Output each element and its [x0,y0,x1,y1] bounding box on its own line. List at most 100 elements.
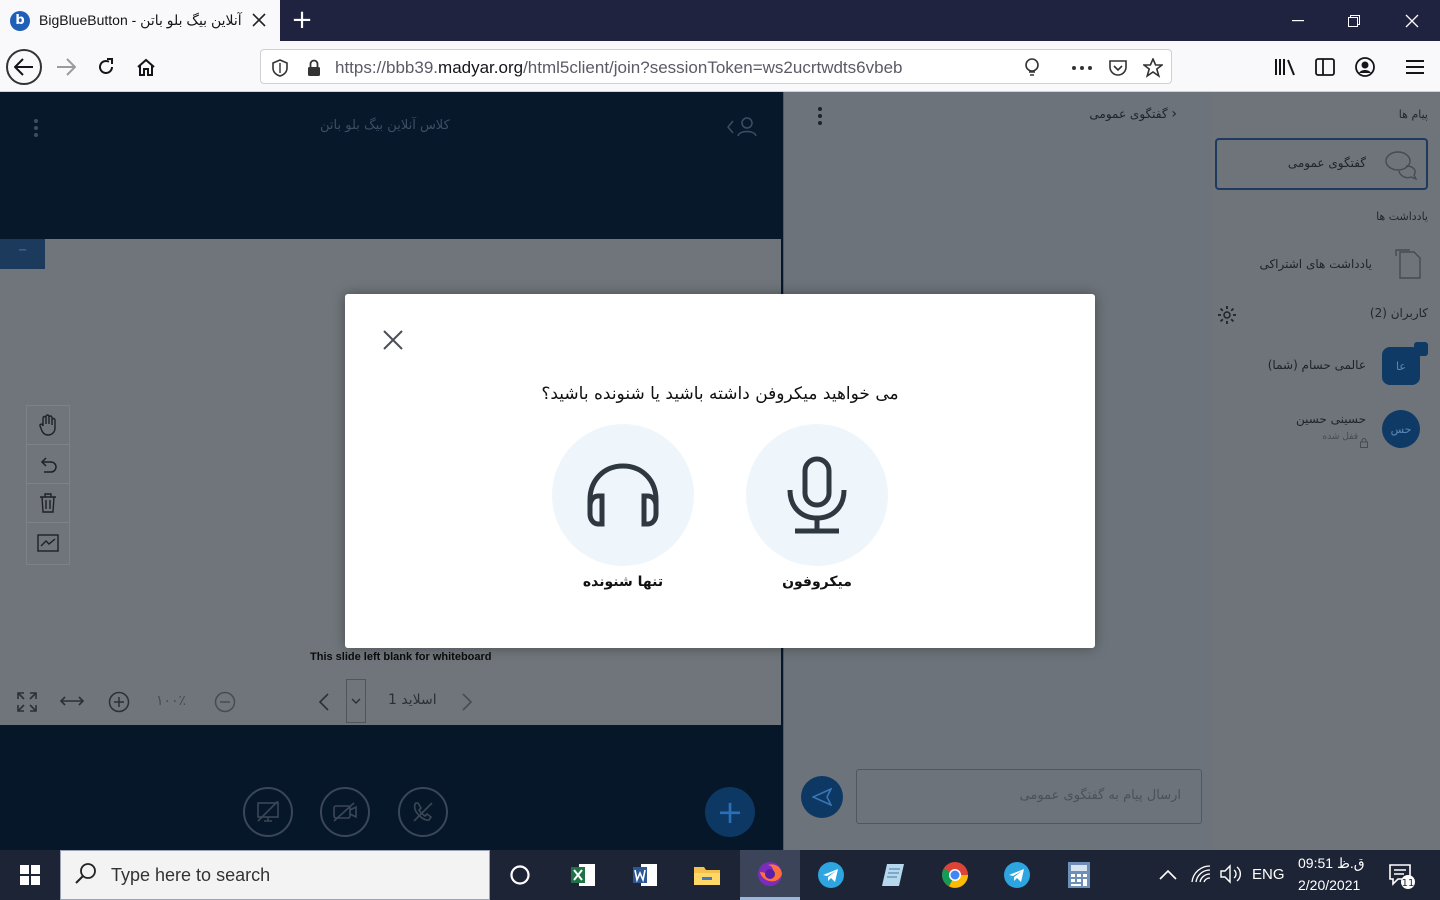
excel-icon[interactable] [553,850,613,900]
window-minimize-button[interactable] [1270,0,1326,41]
listen-only-label: تنها شنونده [582,574,664,590]
telegram-icon[interactable] [801,850,861,900]
shared-notes-item[interactable]: یادداشت های اشتراکی [1212,242,1440,286]
hamburger-menu-icon[interactable] [1397,49,1433,85]
forward-button[interactable] [48,49,84,85]
zoom-in-icon[interactable] [108,691,130,717]
chevron-up-icon[interactable] [1159,866,1177,885]
zoom-out-icon[interactable] [214,691,236,717]
user-item[interactable]: عا عالمی حسام (شما) [1212,342,1440,392]
telegram-icon[interactable] [987,850,1047,900]
sidebar-toggle-icon[interactable] [1307,49,1343,85]
presentation-toolbar: ۱۰۰٪ اسلاید 1 [0,679,781,725]
next-slide-icon[interactable] [461,692,473,716]
action-bar: + [0,725,783,850]
library-icon[interactable] [1267,49,1303,85]
send-message-button[interactable] [801,776,843,818]
user-list-panel: پیام ها گفتگوی عمومی یادداشت ها یادداشت … [1212,92,1440,850]
cortana-icon[interactable] [490,850,550,900]
actions-plus-button[interactable]: + [705,787,755,837]
notes-document-icon [1394,248,1422,284]
fullscreen-icon[interactable] [16,691,38,717]
share-webcam-button[interactable] [320,787,370,837]
new-tab-button[interactable]: + [288,6,316,34]
browser-tabstrip: b BigBlueButton - کلاس آنلاین بیگ بلو با… [0,0,1440,41]
lock-icon[interactable] [303,57,325,79]
account-icon[interactable] [1347,49,1383,85]
tab-title: BigBlueButton - کلاس آنلاین بیگ بلو باتن [39,12,244,28]
chat-options-icon[interactable] [810,106,830,130]
headphones-icon [552,424,694,566]
audio-modal: می خواهید میکروفن داشته باشید یا شنونده … [345,294,1095,648]
shield-icon[interactable] [269,57,291,79]
notes-app-icon[interactable] [863,850,923,900]
users-section-title: کاربران (2) [1369,306,1428,320]
share-screen-button[interactable] [243,787,293,837]
messages-section-title: پیام ها [1398,108,1428,121]
bigbluebutton-favicon-icon: b [10,10,30,31]
lightbulb-icon[interactable] [1021,57,1043,79]
windows-start-button[interactable] [0,850,60,900]
user-settings-gear-icon[interactable] [1217,305,1237,329]
listen-only-button[interactable]: تنها شنونده [552,424,694,599]
pocket-icon[interactable] [1107,57,1129,79]
user-name: حسینی حسین [1295,412,1366,426]
user-name: عالمی حسام (شما) [1267,358,1366,372]
search-icon [75,862,97,888]
public-chat-label: گفتگوی عمومی [1287,156,1366,170]
minimize-presentation-button[interactable]: – [0,239,45,269]
chat-input-placeholder: ارسال پیام به گفتگوی عمومی [1019,788,1181,803]
toggle-userlist-icon[interactable] [726,116,758,142]
microphone-button[interactable]: میکروفون [746,424,888,599]
whiteboard-toolbar [26,405,70,565]
browser-navbar: https://bbb39.madyar.org/html5client/joi… [0,41,1440,92]
clock-date[interactable]: 2/20/2021 [1298,877,1360,893]
url-bar[interactable]: https://bbb39.madyar.org/html5client/joi… [260,49,1172,84]
windows-taskbar: Type here to search ENG 09:51 ق.ظ 2/20/2… [0,850,1440,900]
previous-slide-icon[interactable] [318,692,330,716]
avatar: حس [1382,410,1420,448]
fit-width-icon[interactable] [59,693,85,713]
tab-close-icon[interactable] [248,9,270,31]
word-icon[interactable] [615,850,675,900]
window-close-button[interactable] [1384,0,1440,41]
chevron-right-icon: › [1171,106,1177,122]
chat-title[interactable]: گفتگوی عمومی › [1089,106,1177,122]
language-indicator[interactable]: ENG [1252,866,1285,883]
window-restore-button[interactable] [1326,0,1382,41]
clock-time[interactable]: 09:51 ق.ظ [1298,855,1365,872]
options-menu-icon[interactable] [26,118,46,142]
volume-icon[interactable] [1219,864,1243,888]
bookmark-star-icon[interactable] [1142,57,1164,79]
hand-tool-icon[interactable] [27,406,69,445]
taskbar-search-box[interactable]: Type here to search [60,850,490,900]
reload-button[interactable] [88,49,124,85]
close-icon[interactable] [381,328,405,352]
slide-label[interactable]: اسلاید 1 [388,692,437,708]
user-status: قفل شده [1322,432,1358,442]
wifi-icon[interactable] [1190,864,1212,888]
public-chat-item[interactable]: گفتگوی عمومی [1215,138,1428,190]
user-item[interactable]: حس حسینی حسین قفل شده [1212,406,1440,456]
lock-icon [1360,433,1368,452]
calculator-icon[interactable] [1049,850,1109,900]
nav-header: کلاس آنلاین بیگ بلو باتن [0,92,783,239]
chat-message-input[interactable]: ارسال پیام به گفتگوی عمومی [856,769,1202,824]
firefox-icon[interactable] [740,850,800,900]
undo-icon[interactable] [27,445,69,484]
multi-user-whiteboard-icon[interactable] [27,523,69,562]
back-button[interactable] [6,49,42,85]
notification-center-icon[interactable]: 11 [1388,863,1416,893]
browser-tab[interactable]: b BigBlueButton - کلاس آنلاین بیگ بلو با… [0,0,280,41]
search-placeholder: Type here to search [111,864,271,885]
slide-caption: This slide left blank for whiteboard [310,651,492,663]
slide-select-dropdown[interactable] [346,679,366,723]
chrome-icon[interactable] [925,850,985,900]
page-actions-menu-icon[interactable] [1071,57,1093,79]
meeting-title: کلاس آنلاین بیگ بلو باتن [320,118,450,133]
home-button[interactable] [128,49,164,85]
microphone-label: میکروفون [782,574,852,590]
file-explorer-icon[interactable] [677,850,737,900]
join-audio-button[interactable] [398,787,448,837]
clear-trash-icon[interactable] [27,484,69,523]
